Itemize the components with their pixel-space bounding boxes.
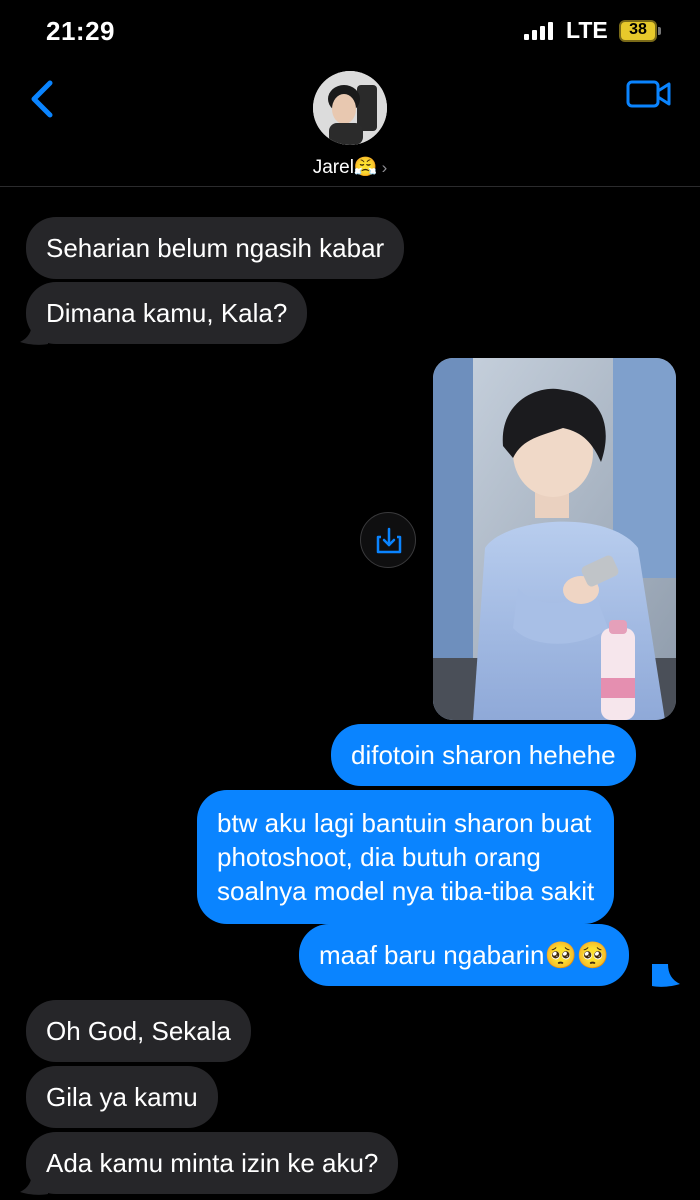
status-time: 21:29 [46, 16, 115, 46]
message-text: Oh God, Sekala [46, 1016, 231, 1046]
battery-percent: 38 [629, 21, 647, 38]
network-type: LTE [566, 17, 608, 43]
message-text: Seharian belum ngasih kabar [46, 233, 385, 263]
sent-message[interactable]: btw aku lagi bantuin sharon buat photosh… [197, 790, 615, 924]
message-text: Gila ya kamu [46, 1082, 198, 1112]
message-line: photoshoot, dia butuh orang [217, 842, 541, 872]
received-message[interactable]: Seharian belum ngasih kabar [26, 217, 405, 279]
chevron-left-icon [31, 80, 53, 118]
message-line: soalnya model nya tiba-tiba sakit [217, 876, 595, 906]
video-camera-icon [626, 80, 671, 108]
message-text: Ada kamu minta izin ke aku? [46, 1148, 379, 1178]
contact-name: Jarel😤 [312, 157, 378, 178]
avatar-photo [313, 71, 387, 145]
status-bar: 21:29 LTE 38 [0, 0, 700, 62]
sent-photo[interactable] [433, 358, 676, 720]
received-message[interactable]: Dimana kamu, Kala? [26, 282, 308, 344]
bubble-tail [20, 1172, 48, 1195]
sent-message[interactable]: difotoin sharon hehehe [331, 724, 636, 786]
received-message[interactable]: Oh God, Sekala [26, 1000, 251, 1062]
video-call-button[interactable] [626, 78, 672, 110]
photo-image [433, 358, 676, 720]
battery-icon: 38 [619, 20, 661, 42]
share-button[interactable] [360, 512, 416, 568]
received-message[interactable]: Gila ya kamu [26, 1066, 218, 1128]
conversation-header: Jarel😤 › [0, 62, 700, 187]
message-text: Dimana kamu, Kala? [46, 298, 288, 328]
avatar[interactable] [313, 71, 387, 145]
received-message[interactable]: Ada kamu minta izin ke aku? [26, 1132, 399, 1194]
message-text: difotoin sharon hehehe [351, 740, 616, 770]
signal-icon [524, 22, 556, 40]
message-line: btw aku lagi bantuin sharon buat [217, 808, 592, 838]
bubble-tail [20, 322, 48, 345]
back-button[interactable] [24, 77, 64, 121]
bubble-tail [652, 964, 680, 987]
contact-name-button[interactable]: Jarel😤 › [0, 155, 700, 179]
sent-message[interactable]: maaf baru ngabarin🥺🥺 [299, 924, 630, 986]
share-download-icon [376, 527, 402, 554]
message-text: maaf baru ngabarin🥺🥺 [319, 940, 610, 970]
chevron-right-icon: › [381, 158, 388, 177]
